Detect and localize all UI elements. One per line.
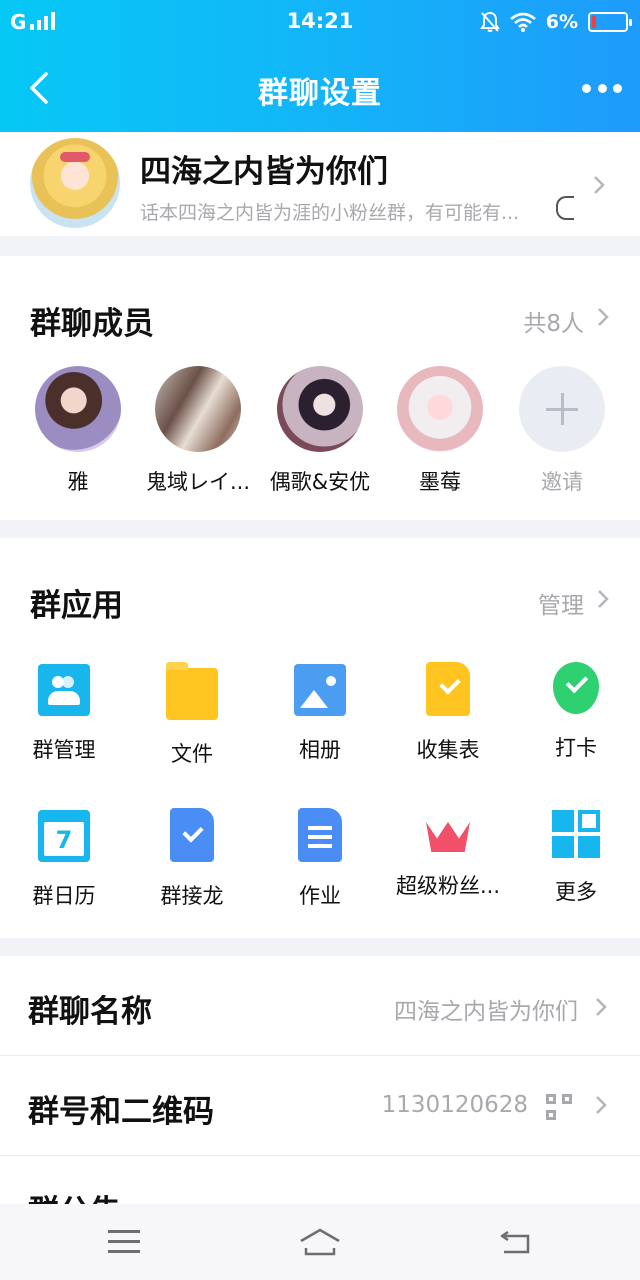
app-homework[interactable]: 作业 (256, 808, 384, 910)
home-icon[interactable] (298, 1226, 342, 1258)
page-title: 群聊设置 (258, 76, 382, 111)
app-calendar[interactable]: 群日历 (0, 810, 128, 910)
group-name-row[interactable]: 群聊名称 四海之内皆为你们 (0, 956, 640, 1056)
members-title: 群聊成员 (30, 306, 154, 342)
collect-form-icon (426, 662, 470, 716)
check-in-icon (553, 662, 599, 714)
folder-icon (166, 662, 218, 720)
member-count[interactable]: 共8人 (523, 304, 584, 338)
app-label: 打卡 (555, 736, 597, 760)
app-more[interactable]: 更多 (512, 810, 640, 906)
row-value: 1130120628 (381, 1092, 528, 1118)
member-item[interactable]: 雅 (18, 366, 138, 496)
app-group-manage[interactable]: 群管理 (0, 664, 128, 764)
app-label: 超级粉丝... (395, 874, 501, 898)
app-check-in[interactable]: 打卡 (512, 662, 640, 762)
mute-bell-icon (479, 11, 500, 32)
row-label: 群聊名称 (28, 994, 152, 1030)
members-section: 群聊成员 共8人 雅 鬼域レイ... 偶歌&安优 墨莓 邀请 (0, 256, 640, 520)
chevron-right-icon[interactable] (596, 588, 610, 610)
group-description: 话本四海之内皆为涯的小粉丝群，有可能有... (140, 202, 520, 224)
status-icons: 6% (479, 8, 632, 36)
group-name: 四海之内皆为你们 (140, 154, 388, 190)
chevron-right-icon (596, 1096, 607, 1114)
group-manage-icon (38, 664, 90, 716)
photo-album-icon (294, 664, 346, 716)
member-item[interactable]: 墨莓 (380, 366, 500, 496)
invite-button[interactable]: 邀请 (502, 366, 622, 496)
app-relay[interactable]: 群接龙 (128, 808, 256, 910)
more-options-icon[interactable] (582, 74, 622, 102)
member-item[interactable]: 鬼域レイ... (138, 366, 258, 496)
qr-code-icon (546, 1094, 572, 1120)
member-item[interactable]: 偶歌&安优 (260, 366, 380, 496)
back-nav-icon[interactable] (498, 1228, 532, 1256)
header: G 14:21 6% 群聊设置 (0, 0, 640, 132)
app-label: 更多 (555, 880, 597, 904)
group-number-row[interactable]: 群号和二维码 1130120628 (0, 1056, 640, 1156)
nav-bar: 群聊设置 (0, 44, 640, 132)
status-bar: G 14:21 6% (0, 0, 640, 44)
app-label: 群接龙 (160, 884, 224, 908)
apps-title: 群应用 (30, 588, 123, 624)
avatar (35, 366, 121, 452)
crown-icon (426, 822, 470, 852)
battery-icon (588, 12, 632, 32)
app-label: 群日历 (32, 884, 96, 908)
plus-icon (519, 366, 605, 452)
manage-link[interactable]: 管理 (538, 586, 584, 620)
menu-icon[interactable] (108, 1230, 140, 1254)
chevron-right-icon (596, 998, 607, 1016)
calendar-icon (38, 810, 90, 862)
app-album[interactable]: 相册 (256, 664, 384, 764)
chevron-right-icon[interactable] (596, 306, 610, 328)
app-super-fans[interactable]: 超级粉丝... (384, 810, 512, 900)
system-nav-bar (0, 1204, 640, 1280)
homework-icon (298, 808, 342, 862)
battery-level (592, 16, 596, 28)
row-label: 群号和二维码 (28, 1094, 214, 1130)
relay-icon (170, 808, 214, 862)
avatar (155, 366, 241, 452)
app-label: 作业 (299, 884, 341, 908)
member-name: 鬼域レイ... (145, 470, 251, 494)
app-files[interactable]: 文件 (128, 662, 256, 768)
avatar (397, 366, 483, 452)
app-label: 群管理 (32, 738, 96, 762)
battery-percent: 6% (545, 11, 578, 33)
emoji-icon (556, 196, 574, 220)
app-label: 收集表 (416, 738, 480, 762)
member-name: 墨莓 (419, 470, 461, 494)
group-info-card[interactable]: 四海之内皆为你们 话本四海之内皆为涯的小粉丝群，有可能有... (0, 132, 640, 236)
group-apps-section: 群应用 管理 群管理 文件 相册 收集表 打卡 群日历 群接龙 作业 超级粉丝.… (0, 538, 640, 938)
more-grid-icon (552, 810, 600, 858)
group-avatar (30, 138, 120, 228)
row-value: 四海之内皆为你们 (394, 999, 578, 1025)
app-label: 相册 (299, 738, 341, 762)
wifi-icon (509, 12, 536, 32)
invite-label: 邀请 (541, 470, 583, 494)
app-label: 文件 (171, 742, 213, 766)
avatar (277, 366, 363, 452)
chevron-right-icon (594, 176, 605, 194)
app-collect-form[interactable]: 收集表 (384, 662, 512, 764)
member-name: 雅 (67, 470, 89, 494)
member-name: 偶歌&安优 (269, 470, 371, 494)
